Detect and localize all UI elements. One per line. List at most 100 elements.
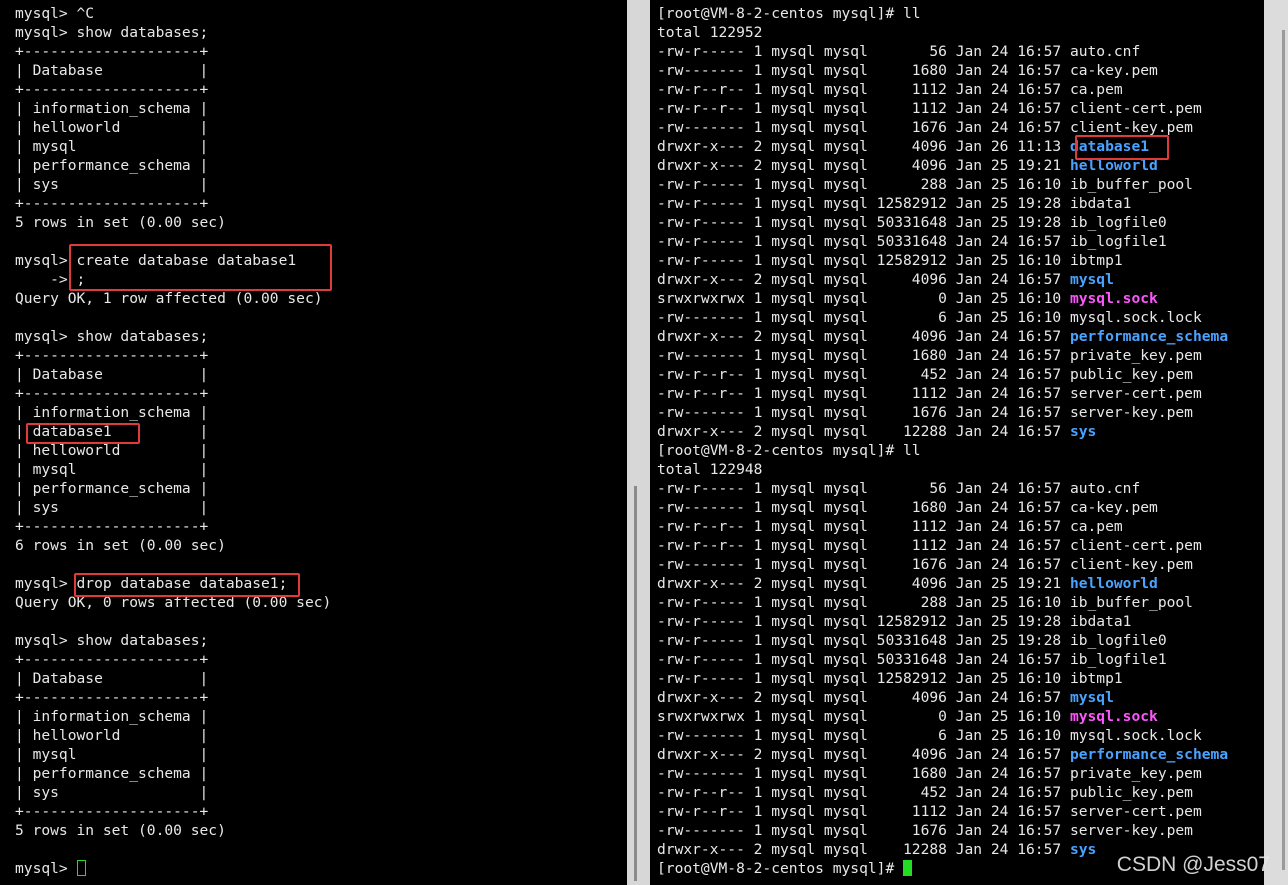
file-name: auto.cnf xyxy=(1069,43,1141,60)
line-text: | sys | xyxy=(15,176,209,193)
line-text: -rw-r--r-- 1 mysql mysql 1112 Jan 24 16:… xyxy=(657,81,1070,98)
file-name: ib_logfile0 xyxy=(1069,632,1167,649)
line-text: | mysql | xyxy=(15,138,209,155)
file-name: ib_buffer_pool xyxy=(1069,594,1193,611)
line-text: | information_schema | xyxy=(15,100,209,117)
line-text: drwxr-x--- 2 mysql mysql 4096 Jan 25 19:… xyxy=(657,157,1070,174)
terminal-line: | information_schema | xyxy=(15,707,627,726)
terminal-line: drwxr-x--- 2 mysql mysql 4096 Jan 26 11:… xyxy=(657,137,1264,156)
line-text: -rw-r----- 1 mysql mysql 50331648 Jan 24… xyxy=(657,651,1070,668)
line-text: +--------------------+ xyxy=(15,385,209,402)
line-text: -rw------- 1 mysql mysql 6 Jan 25 16:10 xyxy=(657,309,1070,326)
mysql-terminal-pane[interactable]: mysql> ^C mysql> show databases; +--------… xyxy=(0,0,627,885)
terminal-line: -rw-r----- 1 mysql mysql 288 Jan 25 16:1… xyxy=(657,593,1264,612)
line-text: | information_schema | xyxy=(15,708,209,725)
terminal-line: Query OK, 1 row affected (0.00 sec) xyxy=(15,289,627,308)
left-scrollbar-thumb[interactable] xyxy=(634,486,637,881)
terminal-line: +--------------------+ xyxy=(15,194,627,213)
line-text: 6 rows in set (0.00 sec) xyxy=(15,537,226,554)
terminal-line: | information_schema | xyxy=(15,99,627,118)
line-text: -rw------- 1 mysql mysql 1680 Jan 24 16:… xyxy=(657,62,1070,79)
file-name: ca-key.pem xyxy=(1069,62,1158,79)
terminal-line: -rw------- 1 mysql mysql 1680 Jan 24 16:… xyxy=(657,764,1264,783)
line-text: -rw-r--r-- 1 mysql mysql 452 Jan 24 16:5… xyxy=(657,784,1070,801)
line-text: srwxrwxrwx 1 mysql mysql 0 Jan 25 16:10 xyxy=(657,290,1070,307)
line-text: -rw-r--r-- 1 mysql mysql 1112 Jan 24 16:… xyxy=(657,518,1070,535)
line-text: mysql> show databases; xyxy=(15,24,209,41)
line-text: | sys | xyxy=(15,784,209,801)
prompt-line[interactable]: mysql> xyxy=(15,859,627,878)
database1-row-highlight xyxy=(26,423,140,444)
line-text: -rw------- 1 mysql mysql 1680 Jan 24 16:… xyxy=(657,347,1070,364)
terminal-line: | performance_schema | xyxy=(15,764,627,783)
file-name: ib_logfile1 xyxy=(1069,233,1167,250)
pane-divider[interactable] xyxy=(627,0,650,885)
terminal-line: | mysql | xyxy=(15,460,627,479)
shell-terminal-pane[interactable]: [root@VM-8-2-centos mysql]# ll total 1229… xyxy=(650,0,1264,885)
terminal-line: -rw-r----- 1 mysql mysql 50331648 Jan 24… xyxy=(657,232,1264,251)
terminal-line: -rw-r----- 1 mysql mysql 12582912 Jan 25… xyxy=(657,612,1264,631)
terminal-line: -rw-r----- 1 mysql mysql 288 Jan 25 16:1… xyxy=(657,175,1264,194)
file-name: server-cert.pem xyxy=(1069,803,1202,820)
line-text: +--------------------+ xyxy=(15,689,209,706)
file-name: mysql.sock xyxy=(1069,708,1158,725)
file-name: private_key.pem xyxy=(1069,347,1202,364)
file-name: ib_logfile0 xyxy=(1069,214,1167,231)
line-text: -rw-r----- 1 mysql mysql 12582912 Jan 25… xyxy=(657,195,1070,212)
line-text: 5 rows in set (0.00 sec) xyxy=(15,822,226,839)
terminal-line: | mysql | xyxy=(15,745,627,764)
terminal-line: -rw-r----- 1 mysql mysql 56 Jan 24 16:57… xyxy=(657,42,1264,61)
file-name: server-key.pem xyxy=(1069,822,1193,839)
terminal-line: [root@VM-8-2-centos mysql]# ll xyxy=(657,4,1264,23)
file-name: mysql.sock.lock xyxy=(1069,727,1202,744)
file-name: client-key.pem xyxy=(1069,119,1193,136)
terminal-line: -rw-r--r-- 1 mysql mysql 452 Jan 24 16:5… xyxy=(657,365,1264,384)
terminal-line: total 122948 xyxy=(657,460,1264,479)
line-text: -rw-r--r-- 1 mysql mysql 1112 Jan 24 16:… xyxy=(657,385,1070,402)
terminal-line: -rw------- 1 mysql mysql 1676 Jan 24 16:… xyxy=(657,821,1264,840)
drop-command-highlight xyxy=(74,573,300,597)
file-name: mysql.sock.lock xyxy=(1069,309,1202,326)
line-text: drwxr-x--- 2 mysql mysql 4096 Jan 26 11:… xyxy=(657,138,1070,155)
line-text: drwxr-x--- 2 mysql mysql 12288 Jan 24 16… xyxy=(657,423,1070,440)
line-text: | Database | xyxy=(15,62,209,79)
line-text: mysql> show databases; xyxy=(15,328,209,345)
line-text: total 122952 xyxy=(657,24,763,41)
line-text: -rw-r----- 1 mysql mysql 288 Jan 25 16:1… xyxy=(657,594,1070,611)
file-name: private_key.pem xyxy=(1069,765,1202,782)
line-text: -rw-r----- 1 mysql mysql 12582912 Jan 25… xyxy=(657,670,1070,687)
right-scrollbar-thumb[interactable] xyxy=(1282,30,1285,870)
line-text: -rw-r--r-- 1 mysql mysql 452 Jan 24 16:5… xyxy=(657,366,1070,383)
file-name: ibdata1 xyxy=(1069,195,1132,212)
shell-terminal-output: [root@VM-8-2-centos mysql]# ll total 1229… xyxy=(657,4,1264,878)
line-text: | helloworld | xyxy=(15,727,209,744)
line-text: -rw-r--r-- 1 mysql mysql 1112 Jan 24 16:… xyxy=(657,100,1070,117)
terminal-line: -rw-r----- 1 mysql mysql 50331648 Jan 24… xyxy=(657,650,1264,669)
line-text: drwxr-x--- 2 mysql mysql 4096 Jan 24 16:… xyxy=(657,271,1070,288)
line-text: mysql> ^C xyxy=(15,5,95,22)
line-text: | performance_schema | xyxy=(15,480,209,497)
terminal-line: -rw-r--r-- 1 mysql mysql 1112 Jan 24 16:… xyxy=(657,802,1264,821)
file-name: ib_buffer_pool xyxy=(1069,176,1193,193)
terminal-line: drwxr-x--- 2 mysql mysql 4096 Jan 24 16:… xyxy=(657,270,1264,289)
terminal-line: -rw------- 1 mysql mysql 1680 Jan 24 16:… xyxy=(657,346,1264,365)
terminal-line: -rw-r--r-- 1 mysql mysql 1112 Jan 24 16:… xyxy=(657,80,1264,99)
line-text: | mysql | xyxy=(15,746,209,763)
line-text: +--------------------+ xyxy=(15,347,209,364)
line-text: -rw-r--r-- 1 mysql mysql 1112 Jan 24 16:… xyxy=(657,803,1070,820)
line-text: -rw-r----- 1 mysql mysql 288 Jan 25 16:1… xyxy=(657,176,1070,193)
line-text: +--------------------+ xyxy=(15,195,209,212)
terminal-line: [root@VM-8-2-centos mysql]# ll xyxy=(657,441,1264,460)
line-text: -rw------- 1 mysql mysql 1676 Jan 24 16:… xyxy=(657,556,1070,573)
prompt-text: mysql> xyxy=(15,860,77,877)
terminal-line: -rw------- 1 mysql mysql 6 Jan 25 16:10 … xyxy=(657,308,1264,327)
terminal-line: | sys | xyxy=(15,498,627,517)
file-name: mysql.sock xyxy=(1069,290,1158,307)
terminal-line: -rw-r----- 1 mysql mysql 12582912 Jan 25… xyxy=(657,251,1264,270)
line-text: +--------------------+ xyxy=(15,518,209,535)
terminal-line: mysql> ^C xyxy=(15,4,627,23)
line-text: drwxr-x--- 2 mysql mysql 4096 Jan 24 16:… xyxy=(657,689,1070,706)
